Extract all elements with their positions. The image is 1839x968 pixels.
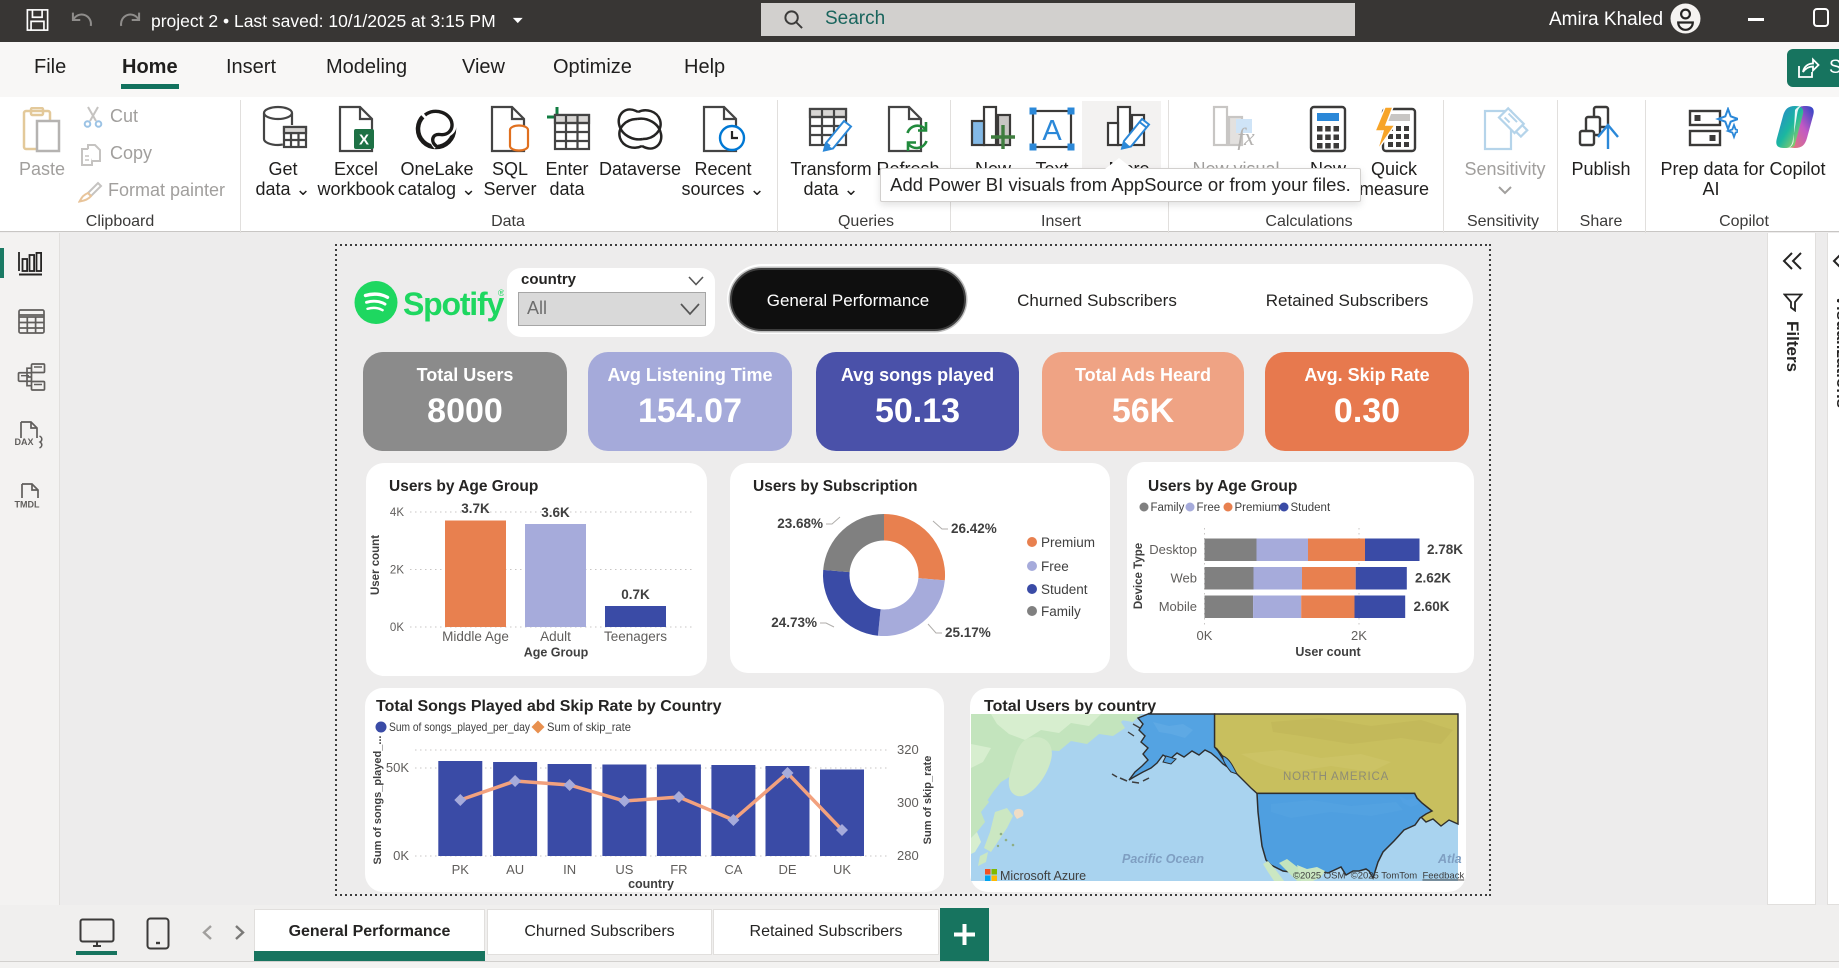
svg-text:IN: IN xyxy=(563,862,576,877)
svg-text:Sum of songs_played_...: Sum of songs_played_... xyxy=(372,736,384,865)
svg-text:UK: UK xyxy=(833,862,851,877)
svg-text:3.6K: 3.6K xyxy=(541,505,570,520)
svg-text:300: 300 xyxy=(897,795,919,810)
svg-text:TMDL: TMDL xyxy=(15,500,40,510)
svg-text:2.60K: 2.60K xyxy=(1414,599,1450,614)
svg-text:Sum of skip_rate: Sum of skip_rate xyxy=(547,720,631,734)
svg-text:Mobile: Mobile xyxy=(1159,599,1197,614)
svg-text:320: 320 xyxy=(897,742,919,757)
svg-text:A: A xyxy=(1042,115,1062,147)
svg-text:Sum of songs_played_per_day: Sum of songs_played_per_day xyxy=(389,720,530,734)
svg-text:Student: Student xyxy=(1041,582,1088,597)
svg-text:AU: AU xyxy=(506,862,524,877)
svg-text:Pacific Ocean: Pacific Ocean xyxy=(1122,852,1204,866)
svg-text:Premium: Premium xyxy=(1235,502,1281,514)
svg-text:Device Type: Device Type xyxy=(1133,543,1145,609)
svg-text:Total Users by country: Total Users by country xyxy=(984,698,1156,715)
svg-text:Adult: Adult xyxy=(540,629,571,644)
svg-text:NORTH AMERICA: NORTH AMERICA xyxy=(1283,771,1389,783)
svg-text:2K: 2K xyxy=(390,565,404,577)
svg-text:Premium: Premium xyxy=(1041,535,1095,550)
svg-text:50K: 50K xyxy=(386,760,409,775)
svg-text:24.73%: 24.73% xyxy=(771,615,817,630)
svg-text:CA: CA xyxy=(724,862,742,877)
svg-text:Web: Web xyxy=(1171,571,1198,586)
svg-text:0K: 0K xyxy=(393,848,409,863)
svg-text:X: X xyxy=(359,132,369,149)
svg-text:Family: Family xyxy=(1151,502,1185,514)
svg-text:0K: 0K xyxy=(390,622,404,634)
svg-text:Users by Age Group: Users by Age Group xyxy=(1148,478,1297,495)
svg-text:Total Songs Played abd Skip Ra: Total Songs Played abd Skip Rate by Coun… xyxy=(376,698,722,715)
svg-text:User count: User count xyxy=(370,535,382,595)
svg-text:US: US xyxy=(615,862,633,877)
svg-text:Age Group: Age Group xyxy=(524,646,589,660)
svg-text:Microsoft Azure: Microsoft Azure xyxy=(1000,869,1086,883)
svg-text:FR: FR xyxy=(670,862,687,877)
svg-text:2K: 2K xyxy=(1351,628,1367,643)
svg-text:25.17%: 25.17% xyxy=(945,625,991,640)
svg-text:DE: DE xyxy=(778,862,796,877)
svg-text:Family: Family xyxy=(1041,604,1081,619)
svg-text:0.7K: 0.7K xyxy=(621,587,650,602)
svg-text:Free: Free xyxy=(1041,559,1069,574)
svg-text:Atla: Atla xyxy=(1437,852,1462,866)
svg-text:country: country xyxy=(628,877,674,891)
svg-text:®: ® xyxy=(498,288,504,298)
svg-text:Sum of skip_rate: Sum of skip_rate xyxy=(922,756,934,845)
svg-text:Middle Age: Middle Age xyxy=(442,629,509,644)
svg-text:Spotify: Spotify xyxy=(403,286,504,322)
svg-text:Student: Student xyxy=(1291,502,1331,514)
svg-text:0K: 0K xyxy=(1197,628,1213,643)
svg-text:2.78K: 2.78K xyxy=(1427,542,1463,557)
svg-text:280: 280 xyxy=(897,848,919,863)
svg-text:26.42%: 26.42% xyxy=(951,521,997,536)
svg-text:©2025 OSM ©2025 TomTom Feedb: ©2025 OSM ©2025 TomTom Feedback xyxy=(1293,871,1464,882)
svg-text:PK: PK xyxy=(452,862,470,877)
svg-text:User count: User count xyxy=(1295,645,1361,659)
svg-text:fx: fx xyxy=(1237,125,1255,151)
svg-text:DAX: DAX xyxy=(15,437,34,447)
svg-text:Free: Free xyxy=(1197,502,1221,514)
svg-text:Users by Age Group: Users by Age Group xyxy=(389,478,538,495)
svg-text:4K: 4K xyxy=(390,507,404,519)
svg-text:23.68%: 23.68% xyxy=(777,516,823,531)
svg-text:2.62K: 2.62K xyxy=(1415,571,1451,586)
svg-text:Teenagers: Teenagers xyxy=(604,629,667,644)
svg-text:Desktop: Desktop xyxy=(1149,542,1197,557)
svg-text:3.7K: 3.7K xyxy=(461,501,490,516)
svg-text:Users by Subscription: Users by Subscription xyxy=(753,478,918,495)
